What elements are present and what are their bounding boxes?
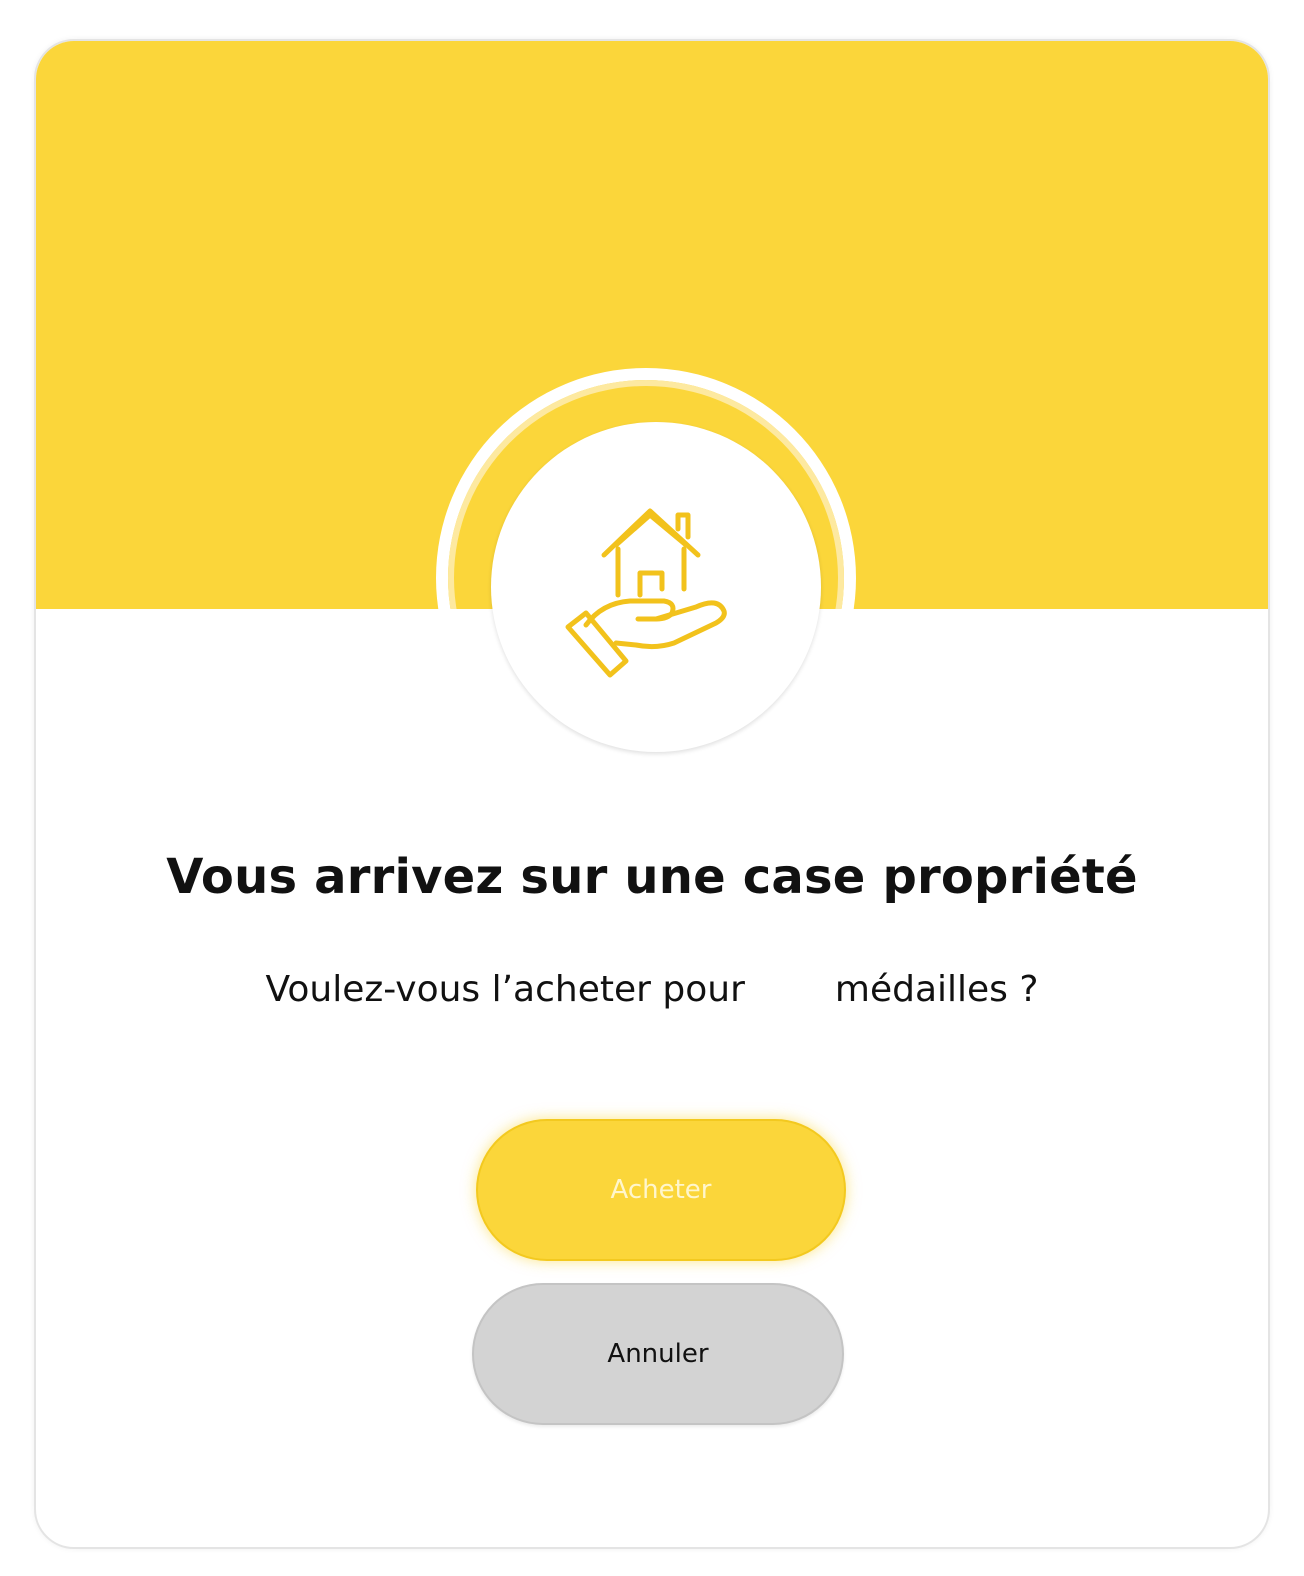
- dialog-title: Vous arrivez sur une case propriété: [166, 849, 1138, 905]
- buy-button[interactable]: Acheter: [476, 1119, 846, 1261]
- purchase-question: Voulez-vous l’acheter pour médailles ?: [36, 969, 1268, 1010]
- question-suffix: médailles ?: [834, 969, 1039, 1010]
- hand-holding-house-icon: [565, 508, 727, 678]
- question-prefix: Voulez-vous l’acheter pour: [265, 969, 745, 1010]
- property-purchase-dialog: Vous arrivez sur une case propriété Voul…: [34, 39, 1270, 1549]
- cancel-button[interactable]: Annuler: [472, 1283, 844, 1425]
- icon-badge: [491, 422, 821, 752]
